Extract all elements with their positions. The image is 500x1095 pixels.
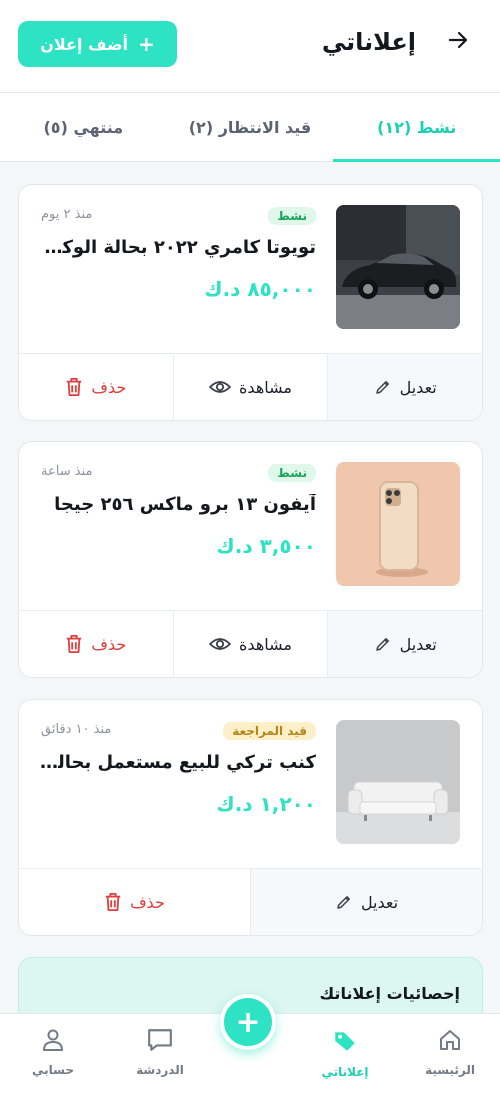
status-badge: قيد المراجعة [223, 722, 316, 740]
status-tabs: نشط (١٢) قيد الانتظار (٢) منتهي (٥) [0, 92, 500, 162]
tag-icon [332, 1028, 358, 1057]
edit-button[interactable]: تعديل [327, 354, 482, 420]
add-listing-button[interactable]: + أضف إعلان [18, 21, 177, 67]
trash-icon [104, 892, 122, 912]
page-title: إعلاناتي [321, 28, 416, 56]
edit-button[interactable]: تعديل [327, 611, 482, 677]
view-label: مشاهدة [239, 377, 292, 397]
listing-image-sofa [336, 720, 460, 844]
delete-button[interactable]: حذف [19, 354, 173, 420]
listing-title: آيفون ١٣ برو ماكس ٢٥٦ جيجا [54, 494, 316, 515]
pencil-icon [374, 635, 392, 653]
listing-title: كنب تركي للبيع مستعمل بحالة ممتازة [39, 752, 316, 773]
pencil-icon [374, 378, 392, 396]
delete-button[interactable]: حذف [19, 869, 250, 935]
user-icon [41, 1028, 65, 1055]
status-badge: نشط [268, 464, 316, 482]
tab-active[interactable]: نشط (١٢) [333, 93, 500, 162]
listing-price: ٣,٥٠٠ د.ك [216, 534, 316, 558]
delete-button[interactable]: حذف [19, 611, 173, 677]
delete-label: حذف [130, 892, 165, 912]
listing-image-phone [336, 462, 460, 586]
listing-actions: تعديل مشاهدة حذف [19, 610, 482, 677]
listing-image-car [336, 205, 460, 329]
listing-price: ١,٢٠٠ د.ك [216, 792, 316, 816]
listing-title: تويوتا كامري ٢٠٢٢ بحالة الوكالة [39, 237, 316, 258]
nav-label-account: حسابي [32, 1063, 75, 1077]
listing-time: منذ ٢ يوم [41, 207, 93, 222]
chat-icon [147, 1028, 173, 1055]
view-button[interactable]: مشاهدة [172, 354, 328, 420]
back-arrow-icon[interactable] [444, 26, 472, 54]
trash-icon [65, 377, 83, 397]
tab-pending[interactable]: قيد الانتظار (٢) [167, 93, 334, 161]
delete-label: حذف [91, 377, 127, 397]
listing-time: منذ ١٠ دقائق [41, 722, 112, 737]
edit-label: تعديل [399, 377, 437, 397]
fab-add-button[interactable]: + [220, 994, 276, 1050]
eye-icon [209, 635, 232, 653]
add-listing-label: أضف إعلان [40, 34, 129, 54]
bottom-nav: الرئيسية إعلاناتي + الدردشة حسابي [0, 994, 500, 1095]
listing-price: ٨٥,٠٠٠ د.ك [204, 277, 316, 301]
plus-icon: + [138, 32, 155, 56]
listing-card[interactable]: نشط منذ ٢ يوم تويوتا كامري ٢٠٢٢ بحالة ال… [18, 184, 483, 421]
tab-expired[interactable]: منتهي (٥) [0, 93, 167, 161]
nav-label-chat: الدردشة [136, 1063, 184, 1077]
home-icon [438, 1028, 462, 1055]
nav-label-my-ads: إعلاناتي [321, 1065, 369, 1079]
pencil-icon [335, 893, 353, 911]
app-header: إعلاناتي + أضف إعلان [0, 0, 500, 92]
edit-label: تعديل [360, 892, 399, 912]
listing-actions: تعديل حذف [19, 868, 482, 935]
status-badge: نشط [268, 207, 316, 225]
listing-time: منذ ساعة [41, 464, 93, 479]
edit-button[interactable]: تعديل [250, 869, 482, 935]
eye-icon [209, 378, 232, 396]
view-label: مشاهدة [239, 634, 292, 654]
listing-card[interactable]: نشط منذ ساعة آيفون ١٣ برو ماكس ٢٥٦ جيجا … [18, 441, 483, 678]
view-button[interactable]: مشاهدة [172, 611, 328, 677]
nav-item-my-ads[interactable]: إعلاناتي [305, 1028, 385, 1079]
nav-item-chat[interactable]: الدردشة [120, 1028, 200, 1077]
trash-icon [65, 634, 83, 654]
nav-label-home: الرئيسية [425, 1063, 475, 1077]
listing-actions: تعديل مشاهدة حذف [19, 353, 482, 420]
plus-icon: + [235, 1004, 261, 1040]
nav-item-account[interactable]: حسابي [13, 1028, 93, 1077]
listing-card[interactable]: قيد المراجعة منذ ١٠ دقائق كنب تركي للبيع… [18, 699, 483, 936]
edit-label: تعديل [399, 634, 437, 654]
nav-item-home[interactable]: الرئيسية [410, 1028, 490, 1077]
stats-title: إحصائيات إعلاناتك [319, 984, 460, 1003]
delete-label: حذف [91, 634, 127, 654]
